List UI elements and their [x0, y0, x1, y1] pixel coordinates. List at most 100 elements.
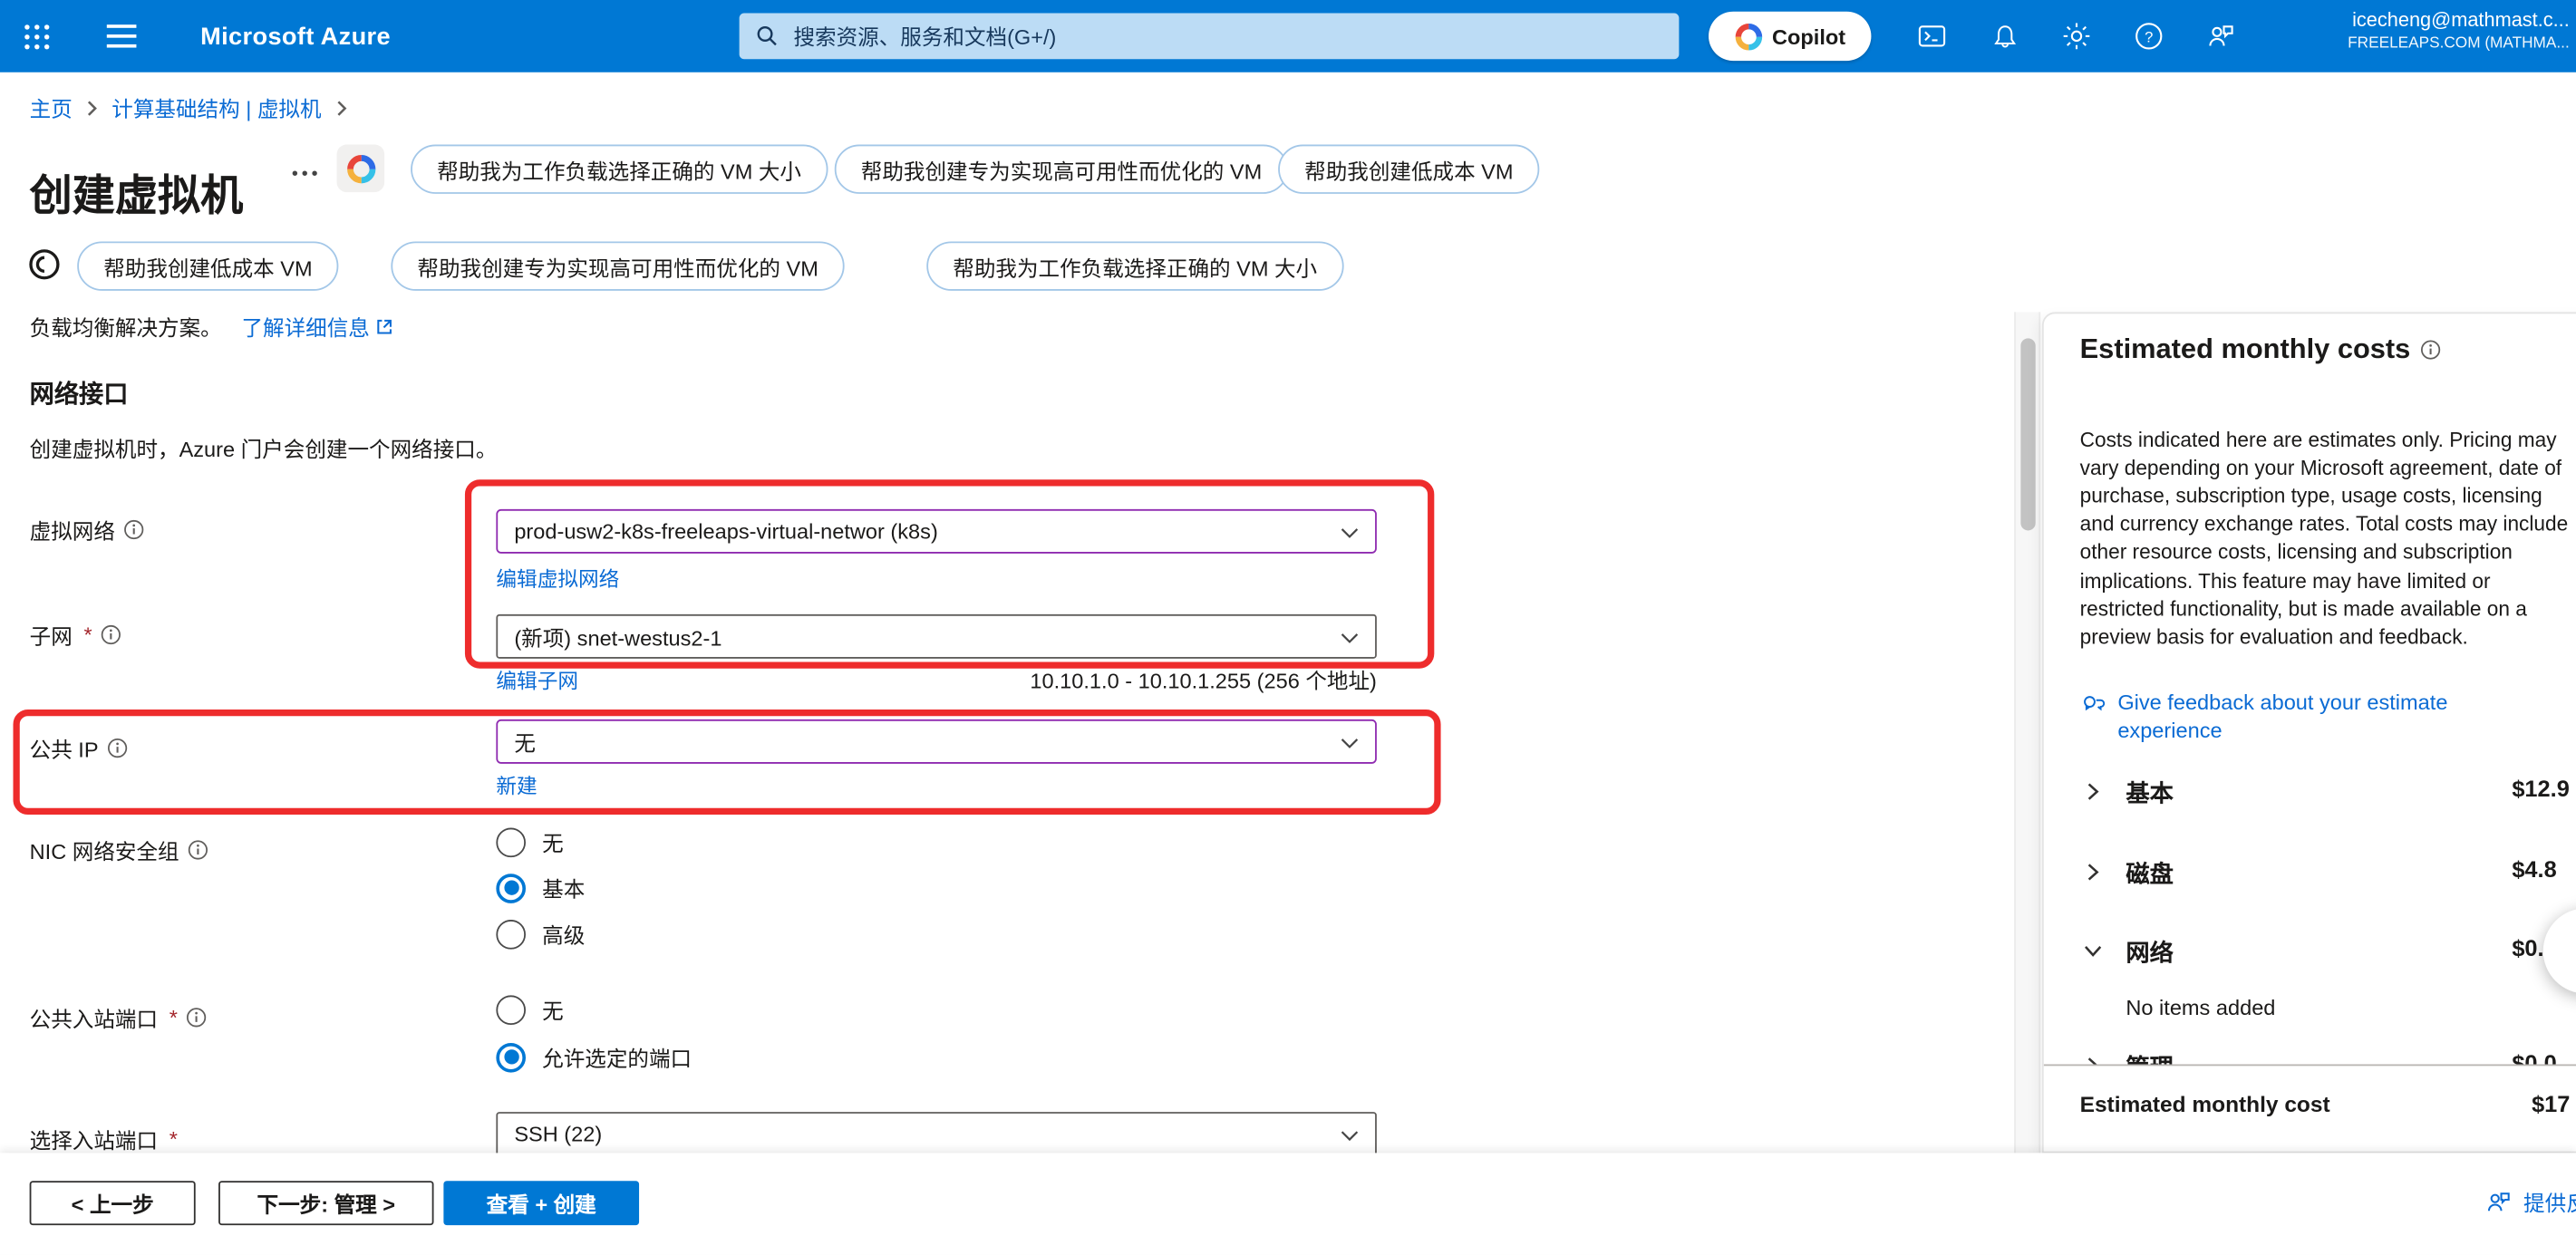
subnet-field-label: 子网 * — [30, 619, 122, 650]
vnet-dropdown[interactable]: prod-usw2-k8s-freeleaps-virtual-networ (… — [496, 509, 1377, 554]
copilot-badge-button[interactable] — [337, 145, 385, 193]
clipped-text: 负载均衡解决方案。 — [30, 311, 222, 342]
nsg-option-advanced[interactable]: 高级 — [496, 918, 585, 949]
feedback-bubbles-icon — [2080, 691, 2106, 718]
required-marker: * — [83, 623, 92, 647]
breadcrumb-home[interactable]: 主页 — [30, 92, 73, 123]
help-icon: ? — [2133, 20, 2165, 53]
previous-step-button[interactable]: < 上一步 — [30, 1181, 196, 1225]
info-icon[interactable] — [107, 738, 129, 759]
azure-portal-window: Microsoft Azure Copilot — [0, 0, 2576, 1255]
cost-row-network[interactable]: 网络 $0.0 — [2044, 934, 2576, 967]
vnet-value: prod-usw2-k8s-freeleaps-virtual-networ (… — [514, 519, 937, 544]
required-marker: * — [169, 1005, 178, 1029]
select-ports-dropdown[interactable]: SSH (22) — [496, 1112, 1377, 1156]
copilot-suggestion-pill[interactable]: 帮助我为工作负载选择正确的 VM 大小 — [411, 145, 828, 194]
global-search-box[interactable] — [740, 14, 1680, 60]
help-button[interactable]: ? — [2113, 0, 2185, 72]
cost-panel-title: Estimated monthly costs — [2080, 333, 2442, 366]
account-menu[interactable]: icecheng@mathmast.c... FREELEAPS.COM (MA… — [2348, 8, 2570, 54]
copilot-outline-icon — [26, 246, 63, 283]
nsg-option-basic[interactable]: 基本 — [496, 872, 585, 903]
info-icon[interactable] — [186, 1007, 208, 1028]
chevron-down-icon — [1339, 627, 1361, 649]
cost-row-disk[interactable]: 磁盘 $4.8 — [2044, 855, 2576, 888]
chevron-right-icon — [2083, 863, 2103, 883]
info-icon[interactable] — [188, 839, 209, 861]
cost-disclaimer: Costs indicated here are estimates only.… — [2080, 426, 2573, 652]
app-launcher-button[interactable] — [0, 0, 73, 72]
copilot-label: Copilot — [1772, 24, 1845, 48]
search-icon — [756, 24, 779, 47]
vnet-field-label: 虚拟网络 — [30, 514, 145, 545]
inbound-option-none[interactable]: 无 — [496, 994, 563, 1025]
info-icon[interactable] — [2420, 338, 2442, 361]
nsg-option-none[interactable]: 无 — [496, 826, 563, 857]
chevron-right-icon — [85, 100, 99, 116]
scrollbar-thumb[interactable] — [2020, 338, 2035, 530]
cost-network-note: No items added — [2126, 995, 2275, 1019]
footer-feedback-link[interactable]: 提供反馈 — [2484, 1186, 2576, 1217]
page-title: 创建虚拟机 — [30, 163, 244, 224]
search-input[interactable] — [790, 22, 1662, 50]
copilot-suggestion-pill[interactable]: 帮助我创建专为实现高可用性而优化的 VM — [391, 241, 844, 290]
bell-icon — [1989, 21, 2019, 52]
info-icon[interactable] — [101, 624, 122, 646]
subnet-value: (新项) snet-westus2-1 — [514, 621, 721, 652]
hamburger-menu-button[interactable] — [85, 0, 158, 72]
product-title[interactable]: Microsoft Azure — [200, 0, 391, 72]
notifications-button[interactable] — [1968, 0, 2040, 72]
settings-button[interactable] — [2040, 0, 2113, 72]
copilot-icon — [346, 153, 376, 183]
chevron-down-icon — [1339, 732, 1361, 754]
edit-subnet-link[interactable]: 编辑子网 — [496, 663, 578, 694]
breadcrumb-virtual-machines[interactable]: 计算基础结构 | 虚拟机 — [111, 92, 321, 123]
copilot-icon — [1734, 22, 1762, 50]
vertical-scrollbar[interactable] — [2014, 312, 2040, 1153]
copilot-button[interactable]: Copilot — [1709, 12, 1871, 61]
inbound-option-allow-selected[interactable]: 允许选定的端口 — [496, 1041, 692, 1072]
next-step-button[interactable]: 下一步: 管理 > — [218, 1181, 433, 1225]
cost-row-basic[interactable]: 基本 $12.9 — [2044, 776, 2576, 808]
public-ip-dropdown[interactable]: 无 — [496, 719, 1377, 764]
gear-icon — [2060, 20, 2093, 53]
radio-selected-icon — [496, 1042, 526, 1072]
estimated-costs-panel: Estimated monthly costs Costs indicated … — [2042, 312, 2576, 1153]
select-ports-value: SSH (22) — [514, 1122, 602, 1146]
feedback-button[interactable] — [2185, 0, 2258, 72]
learn-more-link[interactable]: 了解详细信息 — [241, 311, 394, 342]
create-public-ip-link[interactable]: 新建 — [496, 768, 537, 799]
review-create-button[interactable]: 查看 + 创建 — [443, 1181, 639, 1225]
cost-total-value: $17 — [2532, 1091, 2570, 1117]
hamburger-icon — [107, 18, 137, 54]
section-description: 创建虚拟机时，Azure 门户会创建一个网络接口。 — [30, 432, 498, 463]
copilot-suggestion-pill[interactable]: 帮助我创建低成本 VM — [1278, 145, 1539, 194]
required-marker: * — [169, 1126, 178, 1151]
cloud-shell-icon — [1915, 20, 1948, 53]
chevron-down-icon — [1339, 522, 1361, 544]
chevron-down-icon — [1339, 1125, 1361, 1147]
cost-total-label: Estimated monthly cost — [2080, 1092, 2330, 1116]
radio-icon — [496, 827, 526, 857]
account-email: icecheng@mathmast.c... — [2348, 8, 2570, 34]
subnet-dropdown[interactable]: (新项) snet-westus2-1 — [496, 614, 1377, 659]
subnet-helper-row: 编辑子网 10.10.1.0 - 10.10.1.255 (256 个地址) — [496, 663, 1377, 694]
person-feedback-icon — [2484, 1187, 2514, 1217]
more-menu-button[interactable] — [293, 171, 317, 176]
estimate-feedback-link[interactable]: Give feedback about your estimate experi… — [2080, 688, 2541, 744]
breadcrumb: 主页 计算基础结构 | 虚拟机 — [30, 92, 348, 123]
radio-icon — [496, 994, 526, 1024]
cost-summary-bar: Estimated monthly cost $17 — [2044, 1065, 2576, 1154]
radio-selected-icon — [496, 873, 526, 903]
copilot-suggestion-pill[interactable]: 帮助我创建低成本 VM — [77, 241, 338, 290]
info-icon[interactable] — [123, 519, 145, 541]
chevron-right-icon — [334, 100, 348, 116]
cloud-shell-button[interactable] — [1896, 0, 1969, 72]
inbound-ports-field-label: 公共入站端口 * — [30, 1002, 208, 1033]
chevron-right-icon — [2083, 782, 2103, 802]
external-link-icon — [374, 316, 394, 336]
svg-text:?: ? — [2145, 28, 2153, 45]
edit-vnet-link[interactable]: 编辑虚拟网络 — [496, 562, 619, 593]
copilot-suggestion-pill[interactable]: 帮助我为工作负载选择正确的 VM 大小 — [926, 241, 1343, 290]
copilot-suggestion-pill[interactable]: 帮助我创建专为实现高可用性而优化的 VM — [835, 145, 1288, 194]
